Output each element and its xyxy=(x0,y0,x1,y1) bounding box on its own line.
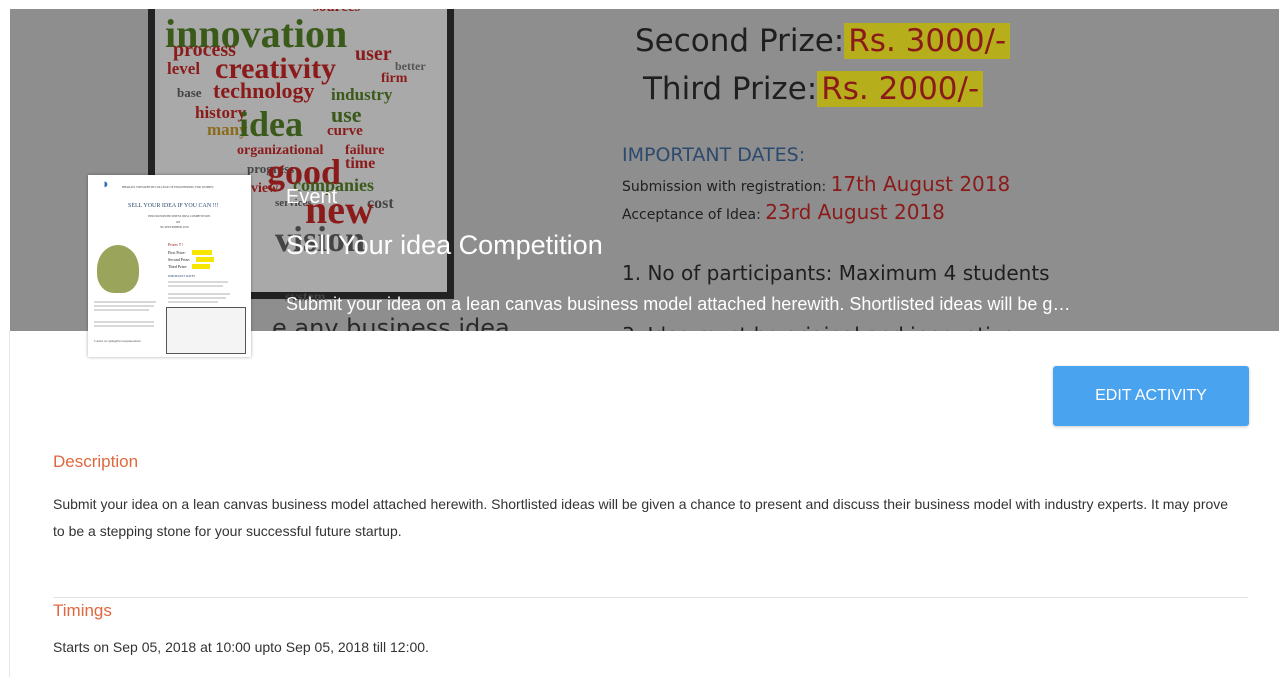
bulb-icon xyxy=(97,245,139,293)
timings-text: Starts on Sep 05, 2018 at 10:00 upto Sep… xyxy=(53,639,429,655)
poster-left-text: e any business idea xyxy=(272,314,510,331)
poster-important-dates: IMPORTANT DATES: xyxy=(622,144,806,166)
edit-activity-button[interactable]: EDIT ACTIVITY xyxy=(1053,366,1249,426)
left-divider xyxy=(9,331,10,677)
poster-submission-date: Submission with registration: 17th Augus… xyxy=(622,172,1011,196)
poster-rule-1: 1. No of participants: Maximum 4 student… xyxy=(622,261,1050,285)
event-summary: Submit your idea on a lean canvas busine… xyxy=(286,294,1071,314)
poster-second-prize: Second Prize: Rs. 3000/- xyxy=(635,23,1011,59)
poster-rule-3: 3. Idea must be original and innovative xyxy=(622,323,1015,331)
sketch-image xyxy=(166,307,246,354)
page-title: Sell Your idea Competition xyxy=(286,230,603,260)
event-thumbnail: ◗ BHARATI VIDYAPEETH COLLEGE OF ENGINEER… xyxy=(88,175,251,357)
poster-third-prize: Third Prize: Rs. 2000/- xyxy=(643,71,984,107)
event-type-label: Event xyxy=(286,186,338,208)
section-divider xyxy=(53,597,1248,598)
description-text: Submit your idea on a lean canvas busine… xyxy=(53,496,1229,539)
logo-icon: ◗ xyxy=(102,176,110,191)
timings-heading: Timings xyxy=(53,601,112,620)
description-heading: Description xyxy=(53,452,139,471)
poster-acceptance-date: Acceptance of Idea: 23rd August 2018 xyxy=(622,200,945,224)
